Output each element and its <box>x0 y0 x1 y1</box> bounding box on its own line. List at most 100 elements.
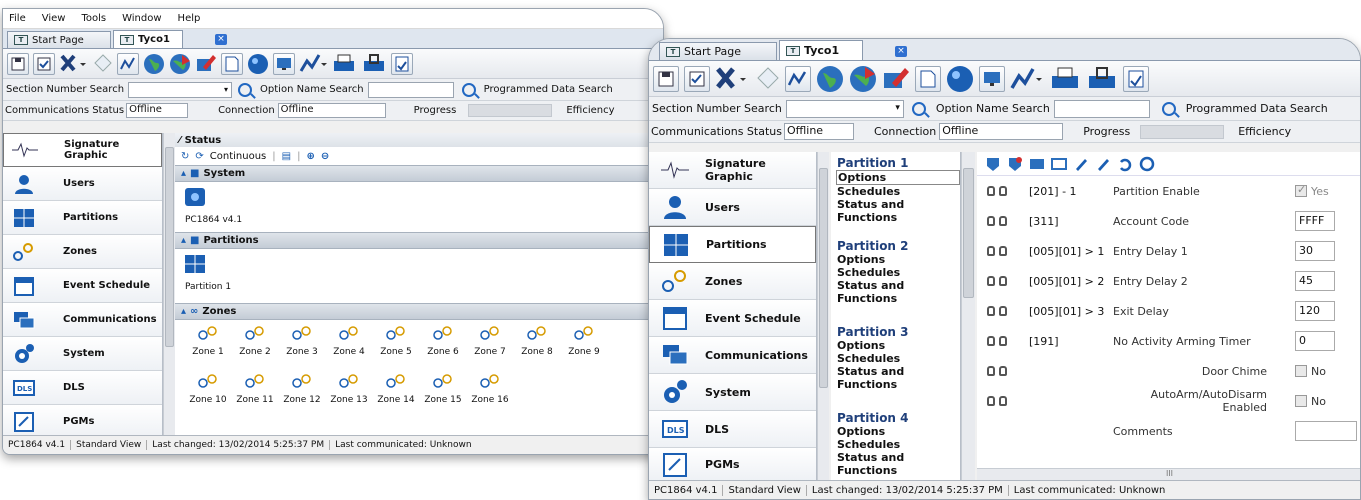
tag-icon[interactable] <box>754 66 780 92</box>
programmed-data-search-link[interactable]: Programmed Data Search <box>1186 102 1328 115</box>
checklist-icon[interactable] <box>684 65 710 92</box>
nav-scrollbar[interactable] <box>163 133 175 437</box>
printer-icon[interactable] <box>1049 66 1081 92</box>
partition-4-options[interactable]: Options <box>837 425 960 438</box>
zone-item[interactable]: Zone 16 <box>467 374 513 405</box>
section-number-search-input[interactable]: ▾ <box>128 81 233 98</box>
collapse-icon[interactable]: ▴ <box>181 168 186 179</box>
nav-dls[interactable]: DLS DLS <box>3 371 162 405</box>
nav-users[interactable]: Users <box>649 189 816 226</box>
report-icon[interactable] <box>391 52 413 75</box>
zone-item[interactable]: Zone 14 <box>373 374 419 405</box>
sync-icon[interactable] <box>1051 156 1067 172</box>
read-icon[interactable] <box>985 156 1001 172</box>
nav-event-schedule[interactable]: Event Schedule <box>3 269 162 303</box>
option-value-input[interactable]: FFFF <box>1295 211 1335 231</box>
signal-icon[interactable] <box>117 52 139 75</box>
tab-start-page[interactable]: T Start Page <box>7 31 111 48</box>
system-item[interactable]: PC1864 v4.1 <box>175 182 663 232</box>
nav-zones[interactable]: Zones <box>3 235 162 269</box>
nav-scrollbar[interactable] <box>817 152 829 482</box>
close-tab-icon[interactable]: × <box>895 46 907 57</box>
scroll-thumb[interactable] <box>963 168 974 298</box>
tools-icon[interactable] <box>715 66 749 92</box>
partition-2-schedules[interactable]: Schedules <box>837 266 960 279</box>
monitor-icon[interactable] <box>273 52 295 75</box>
option-value-input[interactable] <box>1295 421 1357 441</box>
option-value-input[interactable]: 120 <box>1295 301 1335 321</box>
zone-item[interactable]: Zone 3 <box>279 326 325 357</box>
partition-2-status[interactable]: Status and Functions <box>837 279 960 305</box>
nav-partitions[interactable]: Partitions <box>649 226 816 263</box>
section-number-search-input[interactable]: ▾ <box>785 99 904 118</box>
nav-event-schedule[interactable]: Event Schedule <box>649 300 816 337</box>
option-value-input[interactable]: 30 <box>1295 241 1335 261</box>
zone-item[interactable]: Zone 4 <box>326 326 372 357</box>
nav-pgms[interactable]: PGMs <box>3 405 162 439</box>
partition-4-schedules[interactable]: Schedules <box>837 438 960 451</box>
nav-zones[interactable]: Zones <box>649 263 816 300</box>
partition-3-status[interactable]: Status and Functions <box>837 365 960 391</box>
nav-system[interactable]: System <box>3 337 162 371</box>
continuous-refresh-icon[interactable]: ⟳ <box>195 151 203 162</box>
refresh-icon[interactable]: ↻ <box>181 151 189 162</box>
nav-communications[interactable]: Communications <box>3 303 162 337</box>
refresh-icon[interactable] <box>1139 156 1155 172</box>
chart-icon[interactable] <box>1010 66 1044 92</box>
zone-item[interactable]: Zone 1 <box>185 326 231 357</box>
chart-icon[interactable] <box>299 53 327 75</box>
partition-4-status[interactable]: Status and Functions <box>837 451 960 477</box>
globe-green-icon[interactable] <box>816 65 844 93</box>
monitor-icon[interactable] <box>979 65 1005 92</box>
disc-icon[interactable] <box>946 65 974 93</box>
zone-item[interactable]: Zone 12 <box>279 374 325 405</box>
partition-1-options[interactable]: Options <box>836 170 960 185</box>
search-icon[interactable] <box>238 82 253 97</box>
menu-file[interactable]: File <box>9 13 26 24</box>
globe-red-icon[interactable] <box>849 65 877 93</box>
zone-item[interactable]: Zone 8 <box>514 326 560 357</box>
partition-1-status[interactable]: Status and Functions <box>837 198 960 224</box>
tools-icon[interactable] <box>59 53 87 75</box>
lock-printer-icon[interactable] <box>1086 66 1118 92</box>
zone-item[interactable]: Zone 10 <box>185 374 231 405</box>
pencil-icon[interactable] <box>1073 156 1089 172</box>
zone-item[interactable]: Zone 7 <box>467 326 513 357</box>
option-checkbox[interactable] <box>1295 183 1307 197</box>
search-icon[interactable] <box>461 82 476 97</box>
zone-item[interactable]: Zone 6 <box>420 326 466 357</box>
compare-icon[interactable] <box>1029 156 1045 172</box>
menu-help[interactable]: Help <box>178 13 201 24</box>
save-icon[interactable] <box>7 52 29 75</box>
zoom-out-icon[interactable]: ⊖ <box>321 151 329 162</box>
partition-list-scrollbar[interactable] <box>961 152 975 482</box>
edit-red-icon[interactable] <box>195 53 217 75</box>
signal-icon[interactable] <box>785 65 811 92</box>
partition-item[interactable]: Partition 1 <box>175 249 663 303</box>
partition-3-schedules[interactable]: Schedules <box>837 352 960 365</box>
option-value-input[interactable]: 0 <box>1295 331 1335 351</box>
report-icon[interactable] <box>1123 65 1149 92</box>
tab-tyco1[interactable]: T Tyco1 <box>113 30 183 48</box>
tab-start-page[interactable]: T Start Page <box>659 42 777 60</box>
zone-item[interactable]: Zone 9 <box>561 326 607 357</box>
menu-view[interactable]: View <box>42 13 66 24</box>
undo-icon[interactable] <box>1117 156 1133 172</box>
document-icon[interactable] <box>915 65 941 92</box>
search-icon[interactable] <box>1161 101 1176 116</box>
close-tab-icon[interactable]: × <box>215 34 227 45</box>
nav-signature-graphic[interactable]: Signature Graphic <box>649 152 816 189</box>
save-icon[interactable] <box>653 65 679 92</box>
edit-red-icon[interactable] <box>882 65 910 93</box>
zone-item[interactable]: Zone 5 <box>373 326 419 357</box>
globe-red-icon[interactable] <box>169 53 191 75</box>
partition-2-options[interactable]: Options <box>837 253 960 266</box>
menu-tools[interactable]: Tools <box>81 13 106 24</box>
collapse-icon[interactable]: ▴ <box>181 306 186 317</box>
nav-system[interactable]: System <box>649 374 816 411</box>
list-view-icon[interactable]: ▤ <box>282 151 291 162</box>
zoom-in-icon[interactable]: ⊕ <box>306 151 314 162</box>
scroll-thumb[interactable] <box>819 168 828 388</box>
printer-icon[interactable] <box>331 53 357 75</box>
nav-partitions[interactable]: Partitions <box>3 201 162 235</box>
